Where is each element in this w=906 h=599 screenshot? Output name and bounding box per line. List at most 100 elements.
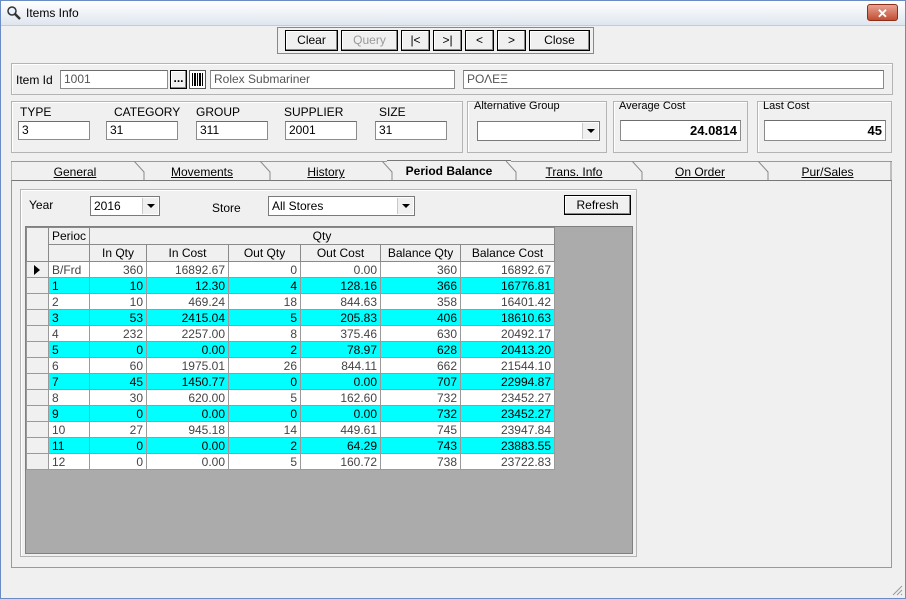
cell-period[interactable]: 12: [47, 453, 91, 470]
cell-in-qty[interactable]: 60: [89, 357, 148, 374]
refresh-button[interactable]: Refresh: [564, 195, 631, 215]
cell-bal-qty[interactable]: 358: [380, 293, 462, 310]
cell-in-qty[interactable]: 360: [89, 261, 148, 278]
cell-out-qty[interactable]: 2: [228, 341, 302, 358]
cell-out-cost[interactable]: 162.60: [300, 389, 382, 406]
table-row[interactable]: B/Frd 360 16892.67 0 0.00 360 16892.67: [26, 261, 556, 278]
cell-out-cost[interactable]: 844.11: [300, 357, 382, 374]
cell-bal-cost[interactable]: 23452.27: [460, 405, 556, 422]
cell-in-qty[interactable]: 10: [89, 277, 148, 294]
cell-bal-cost[interactable]: 16892.67: [460, 261, 556, 278]
type-field[interactable]: 3: [18, 121, 90, 140]
cell-in-cost[interactable]: 620.00: [146, 389, 230, 406]
cell-out-cost[interactable]: 375.46: [300, 325, 382, 342]
cell-bal-qty[interactable]: 743: [380, 437, 462, 454]
close-button[interactable]: Close: [529, 30, 590, 51]
query-button[interactable]: Query: [341, 30, 398, 51]
cell-out-qty[interactable]: 18: [228, 293, 302, 310]
table-row[interactable]: 8 30 620.00 5 162.60 732 23452.27: [26, 389, 556, 406]
cell-out-qty[interactable]: 0: [228, 405, 302, 422]
cell-in-cost[interactable]: 0.00: [146, 453, 230, 470]
cell-out-cost[interactable]: 78.97: [300, 341, 382, 358]
cell-out-cost[interactable]: 64.29: [300, 437, 382, 454]
cell-out-cost[interactable]: 0.00: [300, 261, 382, 278]
cell-in-qty[interactable]: 30: [89, 389, 148, 406]
alternative-group-select[interactable]: [477, 121, 600, 141]
cell-period[interactable]: 5: [47, 341, 91, 358]
period-balance-grid[interactable]: Perioc Qty In Qty In Cost Out Qty Out Co…: [25, 226, 633, 554]
cell-out-qty[interactable]: 26: [228, 357, 302, 374]
table-row[interactable]: 9 0 0.00 0 0.00 732 23452.27: [26, 405, 556, 422]
cell-bal-cost[interactable]: 18610.63: [460, 309, 556, 326]
row-selector[interactable]: [26, 389, 49, 406]
cell-in-qty[interactable]: 27: [89, 421, 148, 438]
cell-in-qty[interactable]: 10: [89, 293, 148, 310]
last-record-button[interactable]: >|: [433, 30, 462, 51]
row-selector[interactable]: [26, 309, 49, 326]
cell-in-qty[interactable]: 0: [89, 453, 148, 470]
cell-period[interactable]: 4: [47, 325, 91, 342]
cell-period[interactable]: 8: [47, 389, 91, 406]
cell-bal-qty[interactable]: 738: [380, 453, 462, 470]
cell-out-cost[interactable]: 160.72: [300, 453, 382, 470]
item-id-input[interactable]: 1001: [60, 70, 168, 89]
cell-bal-cost[interactable]: 23452.27: [460, 389, 556, 406]
resize-grip-icon[interactable]: [891, 584, 903, 596]
table-row[interactable]: 10 27 945.18 14 449.61 745 23947.84: [26, 421, 556, 438]
table-row[interactable]: 12 0 0.00 5 160.72 738 23722.83: [26, 453, 556, 470]
cell-in-cost[interactable]: 2257.00: [146, 325, 230, 342]
cell-out-cost[interactable]: 844.63: [300, 293, 382, 310]
cell-in-qty[interactable]: 53: [89, 309, 148, 326]
cell-out-qty[interactable]: 2: [228, 437, 302, 454]
cell-in-cost[interactable]: 469.24: [146, 293, 230, 310]
cell-bal-qty[interactable]: 732: [380, 405, 462, 422]
table-row[interactable]: 11 0 0.00 2 64.29 743 23883.55: [26, 437, 556, 454]
cell-bal-qty[interactable]: 366: [380, 277, 462, 294]
row-selector[interactable]: [26, 261, 49, 278]
cell-bal-qty[interactable]: 628: [380, 341, 462, 358]
chevron-down-icon[interactable]: [142, 198, 158, 214]
supplier-field[interactable]: 2001: [285, 121, 357, 140]
cell-bal-cost[interactable]: 23947.84: [460, 421, 556, 438]
cell-bal-cost[interactable]: 23722.83: [460, 453, 556, 470]
cell-period[interactable]: 2: [47, 293, 91, 310]
previous-record-button[interactable]: <: [465, 30, 494, 51]
row-selector[interactable]: [26, 293, 49, 310]
cell-in-cost[interactable]: 1450.77: [146, 373, 230, 390]
first-record-button[interactable]: |<: [401, 30, 430, 51]
chevron-down-icon[interactable]: [397, 198, 413, 214]
store-select[interactable]: All Stores: [268, 196, 415, 216]
cell-period[interactable]: 9: [47, 405, 91, 422]
cell-out-cost[interactable]: 449.61: [300, 421, 382, 438]
cell-bal-qty[interactable]: 732: [380, 389, 462, 406]
column-header-out-qty[interactable]: Out Qty: [228, 244, 302, 262]
clear-button[interactable]: Clear: [285, 30, 338, 51]
cell-out-qty[interactable]: 5: [228, 453, 302, 470]
cell-in-cost[interactable]: 945.18: [146, 421, 230, 438]
row-selector[interactable]: [26, 453, 49, 470]
chevron-down-icon[interactable]: [582, 123, 598, 139]
next-record-button[interactable]: >: [497, 30, 526, 51]
column-header-in-cost[interactable]: In Cost: [146, 244, 230, 262]
column-header-out-cost[interactable]: Out Cost: [300, 244, 382, 262]
column-header-balance-cost[interactable]: Balance Cost: [460, 244, 556, 262]
cell-out-qty[interactable]: 14: [228, 421, 302, 438]
cell-in-qty[interactable]: 232: [89, 325, 148, 342]
cell-bal-qty[interactable]: 707: [380, 373, 462, 390]
window-close-button[interactable]: ✕: [867, 4, 898, 21]
cell-in-cost[interactable]: 2415.04: [146, 309, 230, 326]
cell-in-cost[interactable]: 16892.67: [146, 261, 230, 278]
table-row[interactable]: 7 45 1450.77 0 0.00 707 22994.87: [26, 373, 556, 390]
barcode-icon[interactable]: [189, 70, 206, 89]
column-header-in-qty[interactable]: In Qty: [89, 244, 148, 262]
row-selector[interactable]: [26, 405, 49, 422]
row-selector[interactable]: [26, 421, 49, 438]
group-field[interactable]: 311: [196, 121, 268, 140]
cell-bal-cost[interactable]: 16776.81: [460, 277, 556, 294]
cell-in-qty[interactable]: 0: [89, 405, 148, 422]
cell-in-qty[interactable]: 0: [89, 437, 148, 454]
cell-bal-qty[interactable]: 406: [380, 309, 462, 326]
cell-bal-cost[interactable]: 16401.42: [460, 293, 556, 310]
cell-out-cost[interactable]: 0.00: [300, 373, 382, 390]
cell-bal-cost[interactable]: 22994.87: [460, 373, 556, 390]
